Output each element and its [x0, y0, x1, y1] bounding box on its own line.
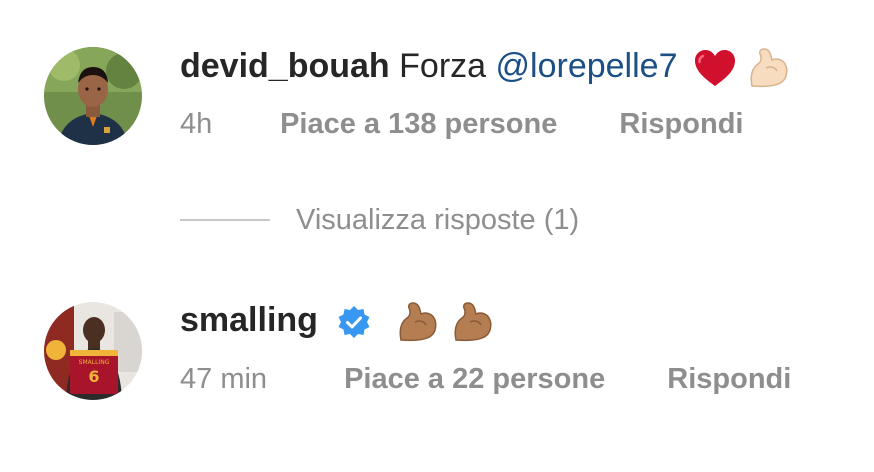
comment-timestamp: 4h [180, 108, 213, 140]
reply-button[interactable]: Rispondi [619, 107, 743, 141]
verified-badge-icon [338, 306, 370, 339]
comment-timestamp: 47 min [180, 363, 268, 395]
avatar[interactable] [44, 47, 142, 145]
flexed-biceps-light-icon [750, 48, 788, 88]
mention-link[interactable]: @lorepelle7 [496, 47, 678, 85]
view-replies-label: Visualizza risposte (1) [296, 203, 580, 236]
comment-text-line: devid_bouah Forza @lorepelle7 [180, 46, 790, 90]
comment-meta: 47 min Piace a 22 persone Rispondi [180, 362, 791, 396]
comment-text-line: smalling [180, 300, 494, 344]
flexed-biceps-medium-icon [399, 302, 437, 342]
comment-meta: 4h Piace a 138 persone Rispondi [180, 107, 743, 141]
flexed-biceps-medium-icon [454, 302, 492, 342]
username[interactable]: devid_bouah [180, 47, 390, 85]
svg-text:6: 6 [88, 367, 99, 386]
comment-text: Forza [399, 47, 487, 85]
red-heart-icon [694, 50, 735, 87]
likes-count-link[interactable]: Piace a 138 persone [280, 107, 557, 141]
view-replies-divider [180, 219, 270, 221]
view-replies-button[interactable]: Visualizza risposte (1) [180, 200, 579, 240]
username[interactable]: smalling [180, 301, 318, 339]
svg-text:SMALLING: SMALLING [79, 359, 110, 366]
reply-button[interactable]: Rispondi [667, 362, 791, 396]
likes-count-link[interactable]: Piace a 22 persone [344, 362, 605, 396]
avatar[interactable]: SMALLING 6 [44, 302, 142, 400]
